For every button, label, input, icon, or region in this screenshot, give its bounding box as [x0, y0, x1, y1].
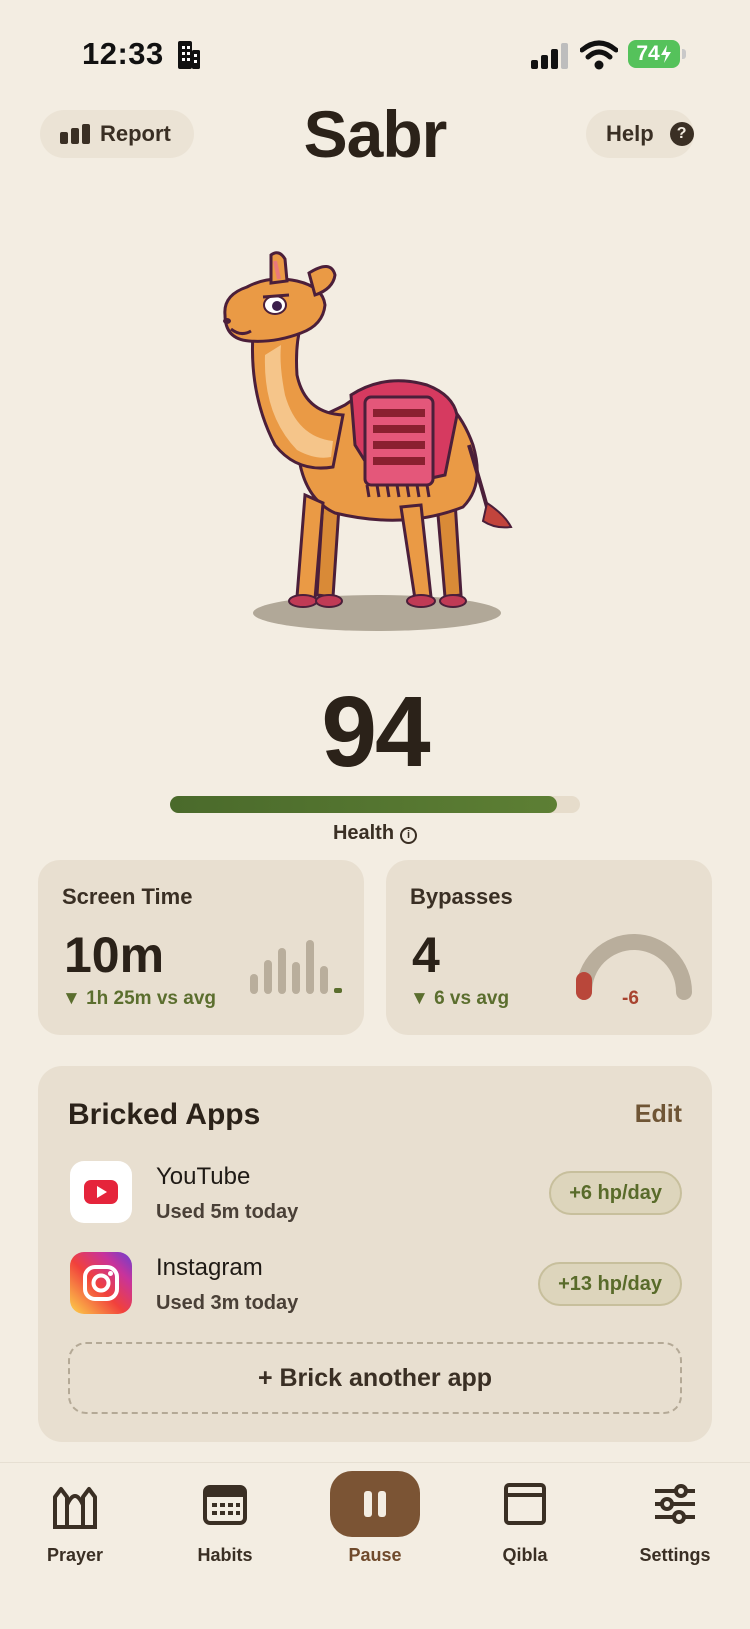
bypasses-card[interactable]: Bypasses 4 ▼ 6 vs avg -6: [386, 860, 712, 1035]
gauge-value: -6: [622, 988, 639, 1009]
tab-label: Pause: [348, 1545, 402, 1565]
health-label: Health: [332, 822, 395, 844]
youtube-icon: [70, 1161, 132, 1223]
screen-time-card[interactable]: Screen Time 10m ▼ 1h 25m vs avg: [38, 860, 364, 1035]
cellular-signal-icon: [531, 43, 568, 69]
battery-indicator: 74: [628, 40, 686, 68]
hp-badge: +13 hp/day: [538, 1262, 682, 1306]
bypasses-delta: ▼ 6 vs avg: [410, 988, 510, 1009]
brick-another-app-button[interactable]: + Brick another app: [68, 1342, 682, 1414]
health-progress-bar: [170, 796, 580, 813]
pause-button[interactable]: [330, 1471, 420, 1537]
tab-label: Prayer: [46, 1545, 104, 1565]
app-usage: Used 3m today: [156, 1292, 299, 1314]
tab-settings[interactable]: Settings: [600, 1463, 750, 1583]
edit-button[interactable]: Edit: [635, 1100, 682, 1129]
status-bar: 12:33 74: [0, 0, 750, 110]
hp-badge: +6 hp/day: [549, 1171, 682, 1215]
help-button[interactable]: Help ?: [586, 110, 694, 158]
app-name: YouTube: [156, 1163, 251, 1190]
status-time: 12:33: [82, 36, 164, 71]
app-row-instagram[interactable]: Instagram Used 3m today +13 hp/day: [70, 1252, 682, 1318]
calendar-icon: [203, 1485, 247, 1525]
app-usage: Used 5m today: [156, 1201, 299, 1223]
question-icon: ?: [669, 122, 694, 146]
health-label-row[interactable]: Health i: [0, 822, 750, 845]
mosque-arch-icon: [53, 1487, 97, 1529]
bricked-apps-title: Bricked Apps: [68, 1098, 261, 1131]
info-icon[interactable]: i: [400, 826, 418, 844]
health-progress-fill: [170, 796, 558, 813]
bricked-apps-card: Bricked Apps Edit YouTube Used 5m today …: [38, 1066, 712, 1442]
screen-time-value: 10m: [64, 927, 165, 983]
tab-label: Settings: [639, 1545, 711, 1565]
wifi-icon: [580, 40, 618, 70]
charging-bolt-icon: [660, 45, 671, 63]
bypasses-value: 4: [412, 927, 440, 983]
tab-bar: Prayer Habits Pause Qibla Settings: [0, 1462, 750, 1629]
building-icon: [178, 41, 200, 69]
app-name: Instagram: [156, 1254, 263, 1281]
battery-level: 74: [636, 42, 660, 65]
health-score: 94: [321, 676, 430, 788]
tab-habits[interactable]: Habits: [150, 1463, 300, 1583]
tab-pause[interactable]: Pause: [300, 1463, 450, 1583]
bypasses-title: Bypasses: [410, 884, 513, 909]
app-row-youtube[interactable]: YouTube Used 5m today +6 hp/day: [70, 1161, 682, 1227]
tab-label: Habits: [197, 1545, 253, 1565]
screen-time-delta: ▼ 1h 25m vs avg: [62, 988, 216, 1009]
sliders-icon: [655, 1484, 695, 1524]
tab-label: Qibla: [502, 1545, 548, 1565]
tab-qibla[interactable]: Qibla: [450, 1463, 600, 1583]
help-label: Help: [606, 121, 654, 146]
camel-mascot-illustration: [223, 251, 513, 631]
tab-prayer[interactable]: Prayer: [0, 1463, 150, 1583]
instagram-icon: [70, 1252, 132, 1314]
screen-time-title: Screen Time: [62, 884, 193, 909]
window-icon: [504, 1483, 546, 1525]
pause-icon: [364, 1491, 386, 1517]
screen-time-bars-icon: [250, 940, 342, 994]
